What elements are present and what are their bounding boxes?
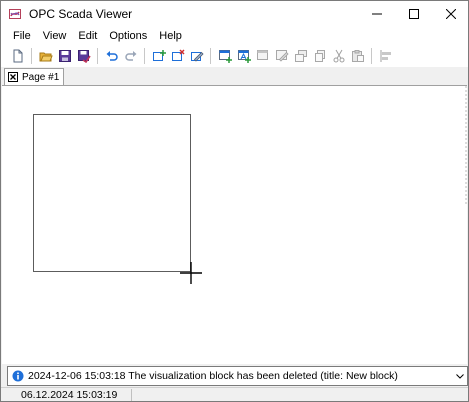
save-button[interactable] bbox=[57, 48, 73, 64]
toolbar-separator bbox=[97, 48, 98, 64]
paste-icon bbox=[352, 50, 364, 62]
delete-page-icon bbox=[172, 49, 185, 61]
log-message: 2024-12-06 15:03:18 The visualization bl… bbox=[28, 370, 398, 382]
add-text-block-icon bbox=[238, 50, 251, 63]
menu-edit[interactable]: Edit bbox=[72, 30, 103, 42]
add-block-button[interactable] bbox=[217, 48, 233, 64]
delete-block-button[interactable] bbox=[255, 48, 271, 64]
cut-icon bbox=[333, 49, 345, 63]
copy-icon bbox=[315, 50, 325, 62]
menu-view[interactable]: View bbox=[37, 30, 73, 42]
save-all-icon bbox=[78, 50, 91, 63]
add-text-block-button[interactable] bbox=[236, 48, 252, 64]
tab-strip: Page #1 bbox=[1, 67, 468, 85]
maximize-button[interactable] bbox=[395, 1, 432, 26]
window-title: OPC Scada Viewer bbox=[29, 6, 133, 21]
add-block-icon bbox=[219, 50, 232, 63]
undo-icon bbox=[106, 51, 118, 61]
menu-file[interactable]: File bbox=[7, 30, 37, 42]
redo-icon bbox=[125, 51, 137, 61]
align-button[interactable] bbox=[378, 48, 394, 64]
delete-page-button[interactable] bbox=[170, 48, 186, 64]
log-bar: 2024-12-06 15:03:18 The visualization bl… bbox=[1, 365, 468, 387]
menu-options[interactable]: Options bbox=[103, 30, 153, 42]
open-folder-icon bbox=[39, 52, 53, 62]
maximize-icon bbox=[408, 8, 419, 19]
tab-page-1[interactable]: Page #1 bbox=[4, 68, 64, 85]
chevron-down-icon[interactable] bbox=[453, 367, 467, 385]
add-page-button[interactable] bbox=[151, 48, 167, 64]
paste-button[interactable] bbox=[350, 48, 366, 64]
minimize-button[interactable] bbox=[358, 1, 395, 26]
edit-page-icon bbox=[191, 51, 204, 62]
undo-button[interactable] bbox=[104, 48, 120, 64]
vertical-scroll-edge bbox=[465, 86, 467, 206]
copy-button[interactable] bbox=[312, 48, 328, 64]
info-icon bbox=[12, 370, 24, 382]
app-window: OPC Scada Viewer File View Edit Options … bbox=[0, 0, 469, 402]
close-icon bbox=[445, 8, 456, 19]
new-document-button[interactable] bbox=[10, 48, 26, 64]
status-bar: 06.12.2024 15:03:19 bbox=[1, 387, 468, 401]
add-page-icon bbox=[153, 50, 166, 61]
save-icon bbox=[59, 50, 71, 62]
bring-front-button[interactable] bbox=[293, 48, 309, 64]
edit-block-icon bbox=[276, 50, 289, 62]
tab-label: Page #1 bbox=[22, 71, 60, 83]
menu-bar: File View Edit Options Help bbox=[1, 26, 468, 45]
delete-block-icon bbox=[257, 50, 268, 60]
cut-button[interactable] bbox=[331, 48, 347, 64]
page-canvas[interactable] bbox=[2, 85, 467, 364]
title-bar: OPC Scada Viewer bbox=[1, 1, 468, 26]
toolbar-separator bbox=[210, 48, 211, 64]
log-message-dropdown[interactable]: 2024-12-06 15:03:18 The visualization bl… bbox=[7, 366, 468, 386]
toolbar-separator bbox=[144, 48, 145, 64]
close-button[interactable] bbox=[432, 1, 468, 26]
edit-block-button[interactable] bbox=[274, 48, 290, 64]
menu-help[interactable]: Help bbox=[153, 30, 188, 42]
open-button[interactable] bbox=[38, 48, 54, 64]
edit-page-button[interactable] bbox=[189, 48, 205, 64]
status-datetime: 06.12.2024 15:03:19 bbox=[21, 389, 133, 401]
visualization-block[interactable] bbox=[33, 114, 191, 272]
save-all-button[interactable] bbox=[76, 48, 92, 64]
bring-front-icon bbox=[295, 50, 307, 62]
redo-button[interactable] bbox=[123, 48, 139, 64]
toolbar bbox=[1, 45, 468, 68]
crosshair-cursor-icon bbox=[180, 262, 202, 284]
app-logo-icon bbox=[9, 8, 21, 20]
toolbar-separator bbox=[371, 48, 372, 64]
new-document-icon bbox=[13, 49, 23, 63]
toolbar-separator bbox=[31, 48, 32, 64]
tab-close-icon[interactable] bbox=[8, 72, 18, 82]
align-icon bbox=[380, 50, 391, 62]
minimize-icon bbox=[371, 13, 382, 14]
